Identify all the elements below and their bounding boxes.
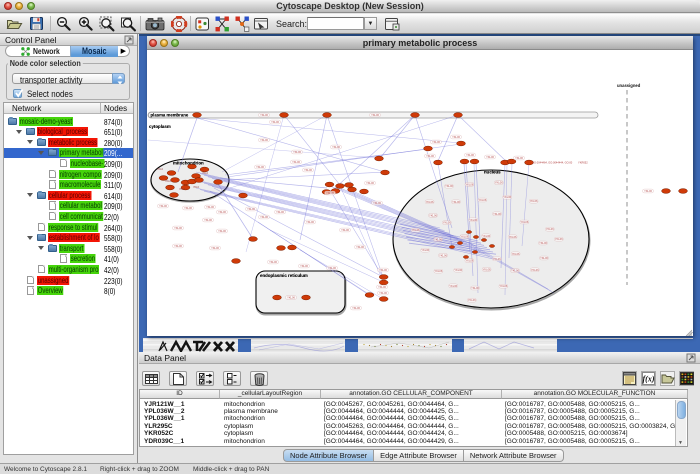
svg-text:YKL06: YKL06: [352, 306, 360, 310]
svg-text:YKL06: YKL06: [466, 259, 474, 263]
svg-text:YKL0: YKL0: [202, 172, 209, 175]
svg-text:YKL06: YKL06: [530, 199, 538, 203]
svg-text:YKL06: YKL06: [300, 264, 308, 268]
svg-text:YKL06: YKL06: [269, 260, 277, 264]
svg-text:endoplasmic reticulum: endoplasmic reticulum: [260, 273, 308, 278]
svg-text:YKL06: YKL06: [292, 160, 300, 164]
svg-text:YKL06: YKL06: [429, 213, 437, 217]
svg-text:YKL06: YKL06: [260, 215, 268, 219]
svg-text:YKL06: YKL06: [493, 257, 501, 261]
svg-text:f(x): f(x): [643, 375, 655, 384]
svg-text:YKL06: YKL06: [434, 237, 442, 241]
svg-text:YKL06: YKL06: [260, 113, 268, 117]
svg-text:YKL06: YKL06: [644, 189, 652, 193]
svg-text:YKL06: YKL06: [509, 235, 517, 239]
svg-text:YKL06: YKL06: [328, 266, 336, 270]
svg-text:YKL06: YKL06: [443, 221, 451, 225]
svg-text:YKL06: YKL06: [356, 245, 364, 249]
svg-text:YKL0: YKL0: [179, 188, 186, 191]
svg-text:YKL06: YKL06: [471, 286, 479, 290]
svg-text:YKL06: YKL06: [539, 241, 547, 245]
svg-text:YKL06: YKL06: [452, 200, 460, 204]
svg-text:YKL06: YKL06: [486, 155, 494, 159]
svg-text:YKL0: YKL0: [193, 186, 200, 189]
svg-text:YKL06: YKL06: [159, 204, 167, 208]
svg-text:YKL06: YKL06: [184, 206, 192, 210]
svg-text:YKL06: YKL06: [503, 195, 511, 199]
svg-text:YKL06: YKL06: [449, 284, 457, 288]
svg-text:YKL06: YKL06: [469, 218, 477, 222]
svg-text:YKL06: YKL06: [454, 268, 462, 272]
svg-text:YKL06: YKL06: [247, 207, 255, 211]
svg-text:YKL06: YKL06: [379, 291, 387, 295]
svg-text:YKL06: YKL06: [461, 235, 469, 239]
svg-text:GO:0044464, GO:0044444, GO:00: GO:0044464, GO:0044444, GO:00: [532, 161, 573, 165]
svg-text:YKL06: YKL06: [412, 228, 420, 232]
svg-text:YKL06: YKL06: [421, 248, 429, 252]
svg-text:YKL06: YKL06: [326, 191, 334, 195]
svg-text:YKL06: YKL06: [546, 227, 554, 231]
svg-text:YKR052: YKR052: [578, 161, 588, 165]
svg-text:YKL06: YKL06: [174, 226, 182, 230]
svg-text:plasma membrane: plasma membrane: [151, 113, 189, 118]
svg-text:YKL06: YKL06: [466, 153, 474, 157]
svg-text:YKL06: YKL06: [493, 212, 501, 216]
svg-text:YKL06: YKL06: [426, 200, 434, 204]
svg-text:YKL06: YKL06: [426, 154, 434, 158]
svg-text:YKL06: YKL06: [276, 210, 284, 214]
svg-text:YKL06: YKL06: [379, 268, 387, 272]
svg-text:YKL06: YKL06: [378, 285, 386, 289]
svg-text:YKL06: YKL06: [531, 268, 539, 272]
svg-text:YKL06: YKL06: [293, 150, 301, 154]
svg-text:YKL06: YKL06: [512, 252, 520, 256]
svg-text:YKL06: YKL06: [540, 256, 548, 260]
svg-text:mitochondrion: mitochondrion: [173, 161, 204, 166]
svg-text:YKL06: YKL06: [371, 113, 379, 117]
svg-text:YKL06: YKL06: [271, 120, 279, 124]
svg-text:YKL06: YKL06: [555, 237, 563, 241]
svg-text:YKL06: YKL06: [204, 218, 212, 222]
svg-text:YKL06: YKL06: [211, 246, 219, 250]
svg-text:YKL06: YKL06: [432, 140, 440, 144]
svg-text:YKL06: YKL06: [466, 182, 474, 186]
svg-text:cytoplasm: cytoplasm: [149, 124, 171, 129]
svg-text:YKL06: YKL06: [256, 165, 264, 169]
svg-text:YKL06: YKL06: [306, 220, 314, 224]
svg-text:YKL06: YKL06: [483, 267, 491, 271]
svg-text:YKL06: YKL06: [366, 181, 374, 185]
svg-text:YKL06: YKL06: [206, 205, 214, 209]
svg-text:YKL06: YKL06: [479, 198, 487, 202]
svg-text:YKL06: YKL06: [373, 201, 381, 205]
svg-text:YKL06: YKL06: [482, 234, 490, 238]
svg-text:YKL06: YKL06: [468, 298, 476, 302]
svg-text:YKL06: YKL06: [218, 229, 226, 233]
svg-text:YKL06: YKL06: [218, 210, 226, 214]
svg-text:YKL06: YKL06: [260, 138, 268, 142]
svg-text:YKL06: YKL06: [495, 181, 503, 185]
svg-text:YKL06: YKL06: [341, 228, 349, 232]
svg-text:YKL0: YKL0: [165, 180, 172, 183]
svg-text:YKL06: YKL06: [511, 269, 519, 273]
svg-text:YKL0: YKL0: [157, 168, 164, 171]
svg-text:unassigned: unassigned: [617, 83, 641, 88]
svg-text:YKL06: YKL06: [304, 168, 312, 172]
svg-text:YKL06: YKL06: [287, 296, 295, 300]
svg-text:YKL06: YKL06: [521, 220, 529, 224]
svg-text:YKL06: YKL06: [332, 145, 340, 149]
svg-text:YKL06: YKL06: [445, 184, 453, 188]
svg-text:nucleus: nucleus: [484, 170, 501, 175]
svg-text:YKL06: YKL06: [174, 244, 182, 248]
svg-text:YKL06: YKL06: [500, 284, 508, 288]
svg-text:YKL06: YKL06: [439, 253, 447, 257]
svg-text:YKL06: YKL06: [515, 156, 523, 160]
svg-text:YKL06: YKL06: [452, 135, 460, 139]
svg-text:YKL06: YKL06: [435, 269, 443, 273]
